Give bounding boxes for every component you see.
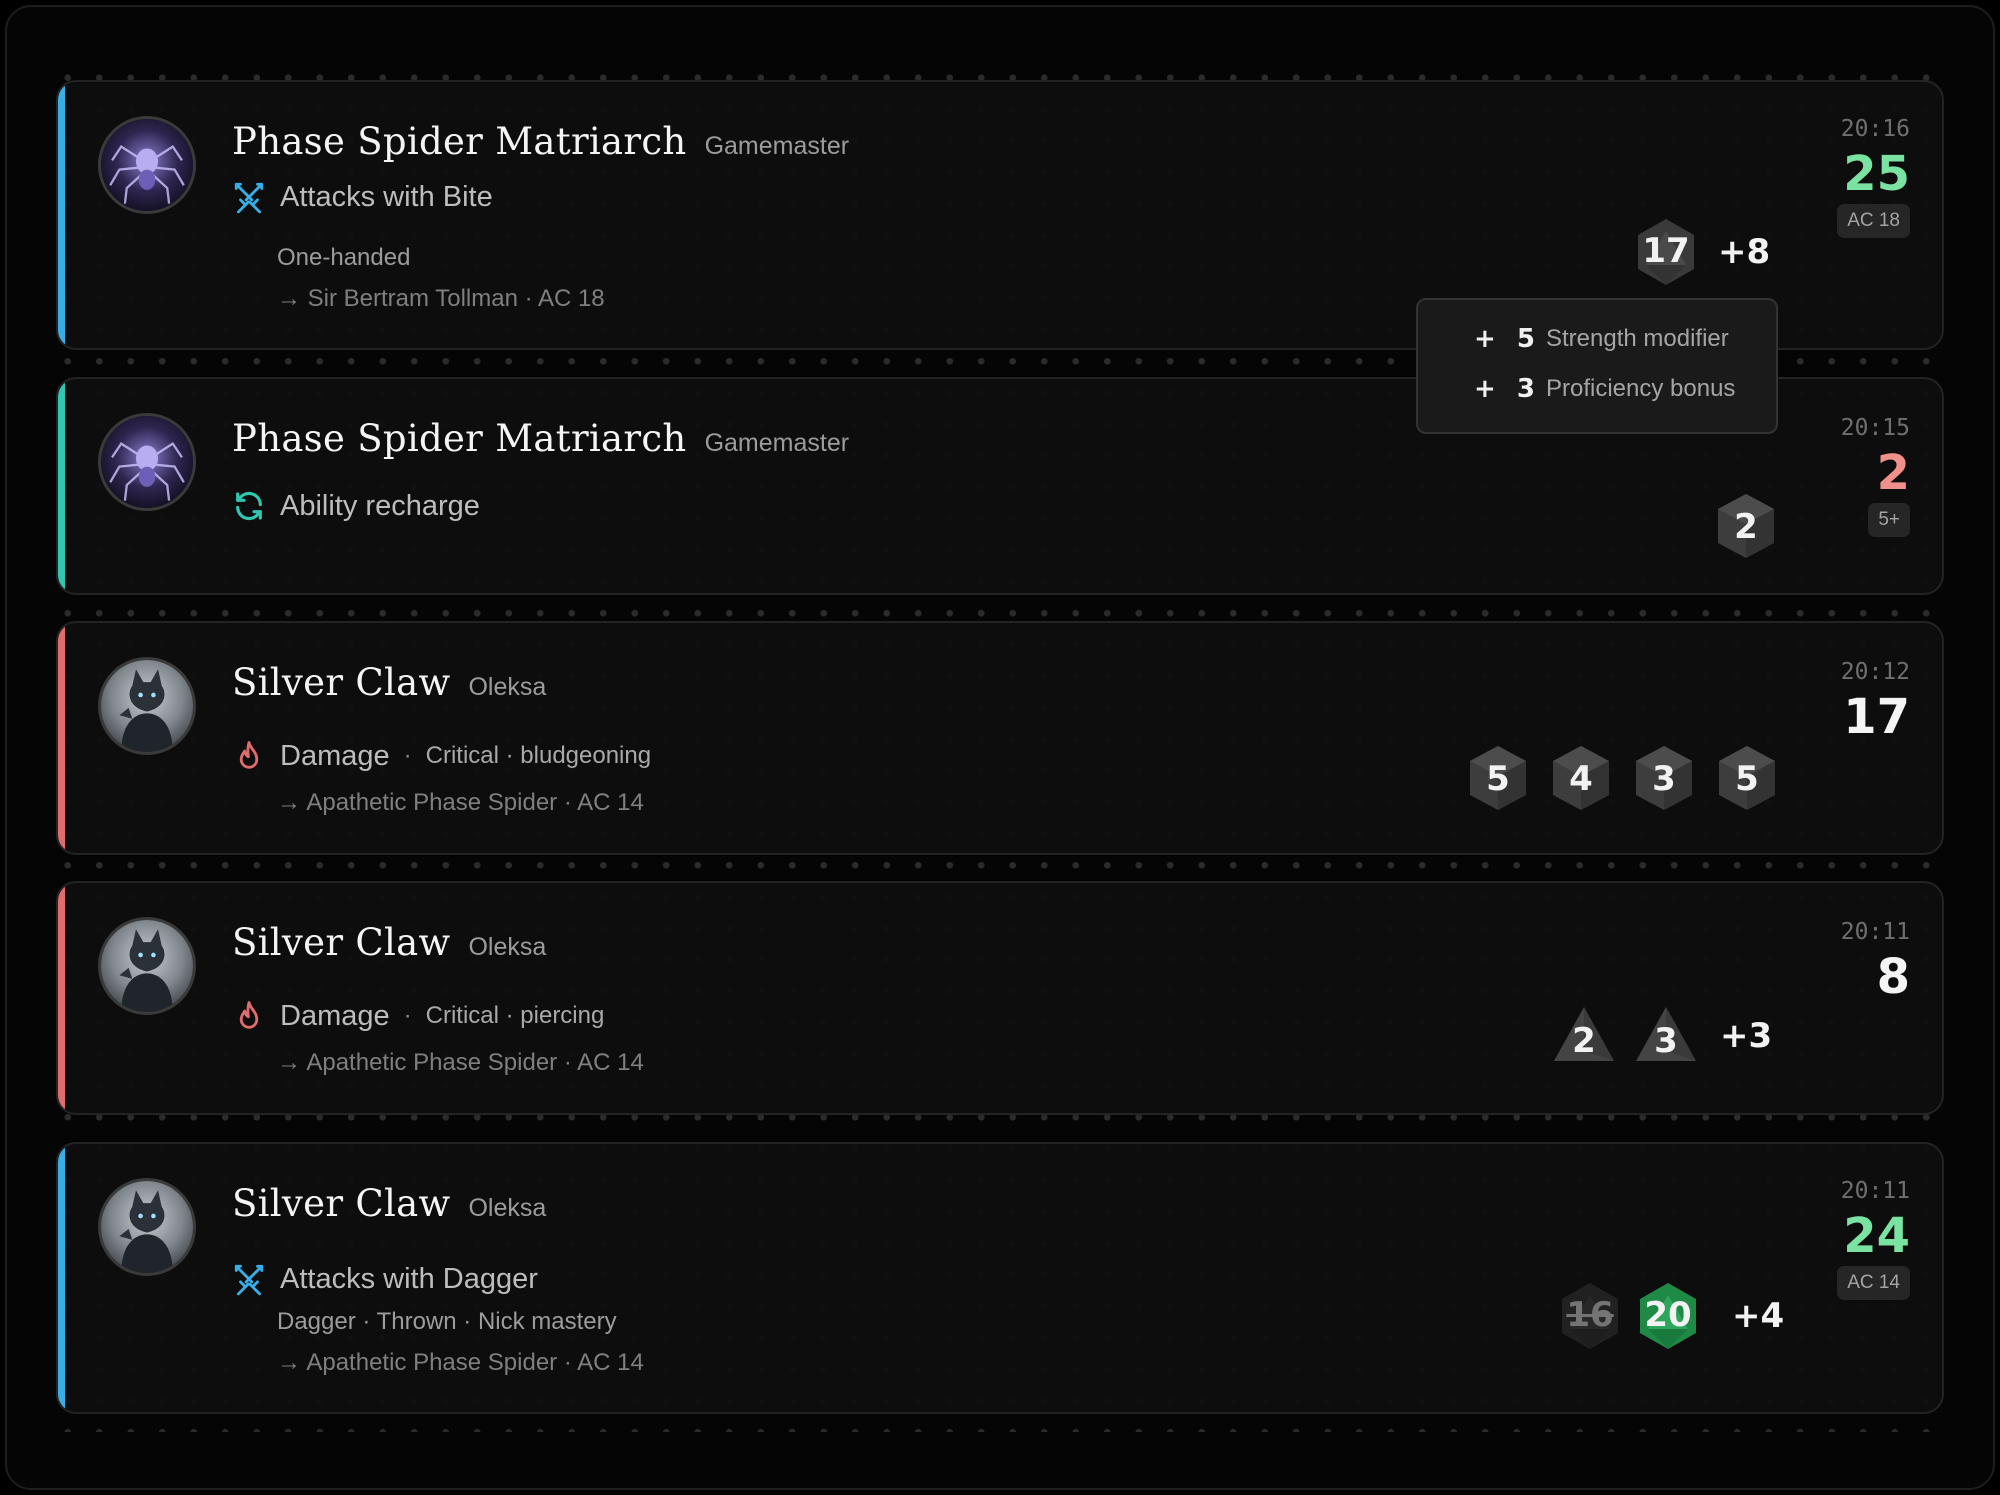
action-label: Damage <box>280 739 390 772</box>
character-name: Phase Spider Matriarch <box>232 120 687 163</box>
separator: · <box>403 1002 412 1029</box>
roll-total: 2 <box>1876 445 1910 501</box>
roll-card[interactable]: Silver Claw Oleksa Attacks with Dagger D… <box>56 1142 1944 1414</box>
dice-pool: 2 <box>1714 491 1778 561</box>
roll-target: → Apathetic Phase Spider · AC 14 <box>277 1349 644 1376</box>
roll-card[interactable]: Silver Claw Oleksa Damage · Critical · p… <box>56 881 1944 1115</box>
dice-pool: 16 20 +4 <box>1558 1281 1784 1351</box>
crossed-swords-icon <box>232 180 266 214</box>
flame-icon <box>232 999 266 1033</box>
roll-timestamp: 20:11 <box>1840 1178 1910 1204</box>
cat-icon <box>101 1181 193 1273</box>
roll-target: → Apathetic Phase Spider · AC 14 <box>277 789 644 816</box>
modifier-value: + 5 <box>1474 324 1541 354</box>
modifier-label: Strength modifier <box>1546 325 1729 352</box>
roll-target: → Sir Bertram Tollman · AC 18 <box>277 285 605 312</box>
recharge-icon <box>232 489 266 523</box>
roll-total: 17 <box>1843 689 1910 745</box>
character-name: Silver Claw <box>232 661 451 704</box>
dice-pool: 17 +8 <box>1634 217 1770 287</box>
player-name: Gamemaster <box>704 132 850 160</box>
roll-timestamp: 20:16 <box>1840 116 1910 142</box>
roll-modifier[interactable]: +4 <box>1732 1296 1784 1336</box>
roll-timestamp: 20:15 <box>1840 415 1910 441</box>
modifier-label: Proficiency bonus <box>1546 375 1736 402</box>
cat-icon <box>101 920 193 1012</box>
roll-total: 8 <box>1876 949 1910 1005</box>
avatar <box>98 413 196 511</box>
action-label: Ability recharge <box>280 489 480 522</box>
action-label: Damage <box>280 999 390 1032</box>
action-label: Attacks with Dagger <box>280 1262 538 1295</box>
cat-icon <box>101 660 193 752</box>
modifier-breakdown-tooltip: + 5 Strength modifier + 3 Proficiency bo… <box>1416 298 1778 434</box>
crossed-swords-icon <box>232 1262 266 1296</box>
roll-modifier[interactable]: +8 <box>1718 232 1770 272</box>
action-subtitle: One-handed <box>277 244 411 271</box>
roll-modifier[interactable]: +3 <box>1720 1016 1772 1056</box>
character-name: Phase Spider Matriarch <box>232 417 687 460</box>
roll-timestamp: 20:12 <box>1840 659 1910 685</box>
action-subtitle: Dagger · Thrown · Nick mastery <box>277 1308 617 1335</box>
player-name: Oleksa <box>468 673 547 701</box>
recharge-threshold-badge: 5+ <box>1868 503 1910 537</box>
target-ac-badge: AC 18 <box>1837 204 1910 238</box>
character-name: Silver Claw <box>232 921 451 964</box>
d6-die[interactable]: 5 <box>1466 743 1530 813</box>
roll-card[interactable]: Silver Claw Oleksa Damage · Critical · b… <box>56 621 1944 855</box>
character-name: Silver Claw <box>232 1182 451 1225</box>
modifier-value: + 3 <box>1474 374 1541 404</box>
separator: · <box>403 742 412 769</box>
damage-tags: Critical · piercing <box>425 1002 605 1029</box>
d20-die-kept[interactable]: 20 <box>1636 1281 1700 1351</box>
roll-total: 24 <box>1843 1208 1910 1264</box>
spider-icon <box>101 119 193 211</box>
d6-die[interactable]: 2 <box>1714 491 1778 561</box>
flame-icon <box>232 739 266 773</box>
avatar <box>98 917 196 1015</box>
action-label: Attacks with Bite <box>280 180 493 213</box>
d6-die[interactable]: 4 <box>1549 743 1613 813</box>
player-name: Oleksa <box>468 1194 547 1222</box>
dice-pool: 2 3 +3 <box>1552 1001 1772 1071</box>
avatar <box>98 657 196 755</box>
damage-tags: Critical · bludgeoning <box>425 742 652 769</box>
roll-target: → Apathetic Phase Spider · AC 14 <box>277 1049 644 1076</box>
avatar <box>98 116 196 214</box>
d20-die[interactable]: 17 <box>1634 217 1698 287</box>
d4-die[interactable]: 3 <box>1634 1001 1698 1071</box>
player-name: Oleksa <box>468 933 547 961</box>
dice-pool: 5 4 3 5 <box>1466 743 1779 813</box>
avatar <box>98 1178 196 1276</box>
d6-die[interactable]: 5 <box>1715 743 1779 813</box>
roll-total: 25 <box>1843 146 1910 202</box>
spider-icon <box>101 416 193 508</box>
player-name: Gamemaster <box>704 429 850 457</box>
d6-die[interactable]: 3 <box>1632 743 1696 813</box>
d20-die-discarded[interactable]: 16 <box>1558 1281 1622 1351</box>
d4-die[interactable]: 2 <box>1552 1001 1616 1071</box>
target-ac-badge: AC 14 <box>1837 1266 1910 1300</box>
roll-timestamp: 20:11 <box>1840 919 1910 945</box>
